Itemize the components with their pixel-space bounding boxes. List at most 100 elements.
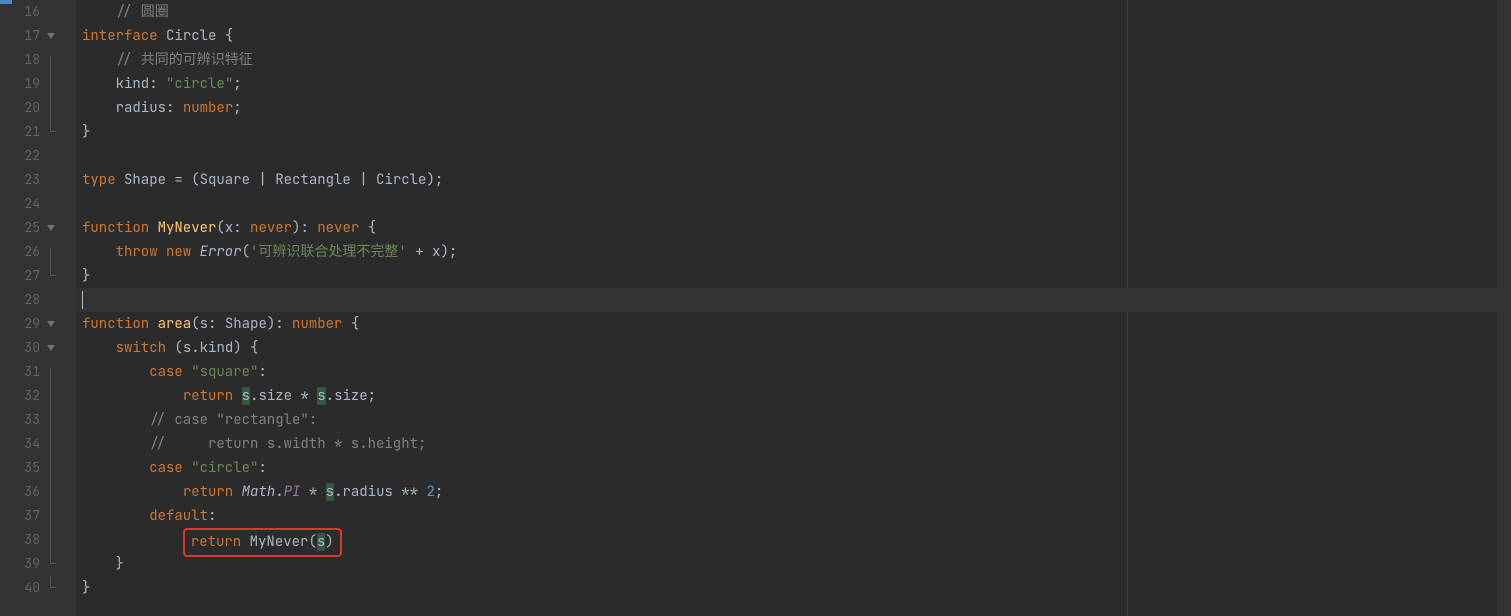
line-number: 19 bbox=[12, 72, 46, 96]
gutter-row[interactable]: 26 bbox=[12, 240, 76, 264]
code-token: Shape bbox=[124, 171, 166, 189]
gutter-row[interactable]: 39 bbox=[12, 552, 76, 576]
gutter-row[interactable]: 36 bbox=[12, 480, 76, 504]
fold-gutter[interactable] bbox=[46, 56, 76, 65]
code-token: { bbox=[359, 219, 376, 237]
gutter-row[interactable]: 35 bbox=[12, 456, 76, 480]
fold-gutter[interactable] bbox=[46, 368, 76, 377]
gutter-row[interactable]: 29 bbox=[12, 312, 76, 336]
gutter-row[interactable]: 32 bbox=[12, 384, 76, 408]
fold-toggle-icon[interactable] bbox=[46, 224, 55, 233]
code-line[interactable]: return MyNever(s) bbox=[76, 528, 1497, 552]
code-line[interactable]: return s.size * s.size; bbox=[76, 384, 1497, 408]
code-line[interactable]: } bbox=[76, 264, 1497, 288]
code-token: // 共同的可辨识特征 bbox=[116, 51, 253, 69]
fold-gutter[interactable] bbox=[46, 248, 76, 257]
fold-gutter[interactable] bbox=[46, 320, 76, 329]
fold-gutter[interactable] bbox=[46, 512, 76, 521]
fold-gutter[interactable] bbox=[46, 80, 76, 89]
fold-gutter[interactable] bbox=[46, 488, 76, 497]
code-token: ; bbox=[368, 387, 376, 405]
fold-gutter[interactable] bbox=[46, 120, 76, 144]
tool-window-strip[interactable] bbox=[0, 0, 12, 616]
gutter-row[interactable]: 28 bbox=[12, 288, 76, 312]
fold-gutter[interactable] bbox=[46, 344, 76, 353]
code-line[interactable]: } bbox=[76, 120, 1497, 144]
line-number: 28 bbox=[12, 288, 46, 312]
gutter-row[interactable]: 31 bbox=[12, 360, 76, 384]
code-token: return bbox=[183, 483, 242, 501]
code-line[interactable]: // case "rectangle": bbox=[76, 408, 1497, 432]
fold-guide-icon bbox=[46, 80, 55, 89]
fold-gutter[interactable] bbox=[46, 416, 76, 425]
code-line[interactable]: } bbox=[76, 552, 1497, 576]
code-token: ( bbox=[308, 533, 316, 551]
code-line[interactable]: } bbox=[76, 576, 1497, 600]
gutter-row[interactable]: 38 bbox=[12, 528, 76, 552]
code-line[interactable]: // 圆圈 bbox=[76, 0, 1497, 24]
fold-gutter[interactable] bbox=[46, 32, 76, 41]
code-line[interactable]: interface Circle { bbox=[76, 24, 1497, 48]
fold-end-icon bbox=[46, 120, 55, 144]
code-line[interactable]: return Math.PI * s.radius ** 2; bbox=[76, 480, 1497, 504]
gutter-row[interactable]: 34 bbox=[12, 432, 76, 456]
fold-gutter[interactable] bbox=[46, 264, 76, 288]
line-number-gutter[interactable]: 1617181920212223242526272829303132333435… bbox=[12, 0, 76, 616]
code-line[interactable]: // return s.width * s.height; bbox=[76, 432, 1497, 456]
fold-gutter[interactable] bbox=[46, 224, 76, 233]
code-line[interactable]: case "circle": bbox=[76, 456, 1497, 480]
code-line[interactable] bbox=[76, 144, 1497, 168]
text-cursor bbox=[82, 291, 83, 309]
line-number: 26 bbox=[12, 240, 46, 264]
gutter-row[interactable]: 33 bbox=[12, 408, 76, 432]
gutter-row[interactable]: 23 bbox=[12, 168, 76, 192]
code-token bbox=[82, 483, 183, 501]
code-line[interactable]: default: bbox=[76, 504, 1497, 528]
fold-toggle-icon[interactable] bbox=[46, 320, 55, 329]
code-line[interactable]: throw new Error('可辨识联合处理不完整' + x); bbox=[76, 240, 1497, 264]
fold-gutter[interactable] bbox=[46, 536, 76, 545]
gutter-row[interactable]: 16 bbox=[12, 0, 76, 24]
gutter-row[interactable]: 22 bbox=[12, 144, 76, 168]
fold-gutter[interactable] bbox=[46, 104, 76, 113]
line-number: 34 bbox=[12, 432, 46, 456]
fold-guide-icon bbox=[46, 536, 55, 545]
gutter-row[interactable]: 25 bbox=[12, 216, 76, 240]
fold-gutter[interactable] bbox=[46, 464, 76, 473]
gutter-row[interactable]: 37 bbox=[12, 504, 76, 528]
code-line[interactable]: kind: "circle"; bbox=[76, 72, 1497, 96]
code-token bbox=[82, 387, 183, 405]
code-token: } bbox=[82, 555, 124, 573]
gutter-row[interactable]: 19 bbox=[12, 72, 76, 96]
fold-gutter[interactable] bbox=[46, 552, 76, 576]
gutter-row[interactable]: 24 bbox=[12, 192, 76, 216]
code-token: ( bbox=[216, 219, 224, 237]
code-line[interactable]: function MyNever(x: never): never { bbox=[76, 216, 1497, 240]
code-line[interactable]: type Shape = (Square | Rectangle | Circl… bbox=[76, 168, 1497, 192]
gutter-row[interactable]: 17 bbox=[12, 24, 76, 48]
gutter-row[interactable]: 30 bbox=[12, 336, 76, 360]
line-number: 33 bbox=[12, 408, 46, 432]
code-line[interactable]: radius: number; bbox=[76, 96, 1497, 120]
gutter-row[interactable]: 27 bbox=[12, 264, 76, 288]
vertical-scroll-track[interactable] bbox=[1497, 0, 1511, 616]
code-area[interactable]: // 圆圈interface Circle { // 共同的可辨识特征 kind… bbox=[76, 0, 1497, 616]
fold-gutter[interactable] bbox=[46, 392, 76, 401]
code-line[interactable]: // 共同的可辨识特征 bbox=[76, 48, 1497, 72]
code-line[interactable]: switch (s.kind) { bbox=[76, 336, 1497, 360]
code-token: kind bbox=[116, 75, 150, 93]
code-line[interactable]: case "square": bbox=[76, 360, 1497, 384]
gutter-row[interactable]: 18 bbox=[12, 48, 76, 72]
code-line[interactable] bbox=[76, 288, 1497, 312]
gutter-row[interactable]: 40 bbox=[12, 576, 76, 600]
gutter-row[interactable]: 20 bbox=[12, 96, 76, 120]
code-line[interactable]: function area(s: Shape): number { bbox=[76, 312, 1497, 336]
fold-gutter[interactable] bbox=[46, 440, 76, 449]
fold-toggle-icon[interactable] bbox=[46, 32, 55, 41]
line-number: 17 bbox=[12, 24, 46, 48]
code-line[interactable] bbox=[76, 192, 1497, 216]
fold-toggle-icon[interactable] bbox=[46, 344, 55, 353]
fold-gutter[interactable] bbox=[46, 576, 76, 600]
line-number: 35 bbox=[12, 456, 46, 480]
gutter-row[interactable]: 21 bbox=[12, 120, 76, 144]
